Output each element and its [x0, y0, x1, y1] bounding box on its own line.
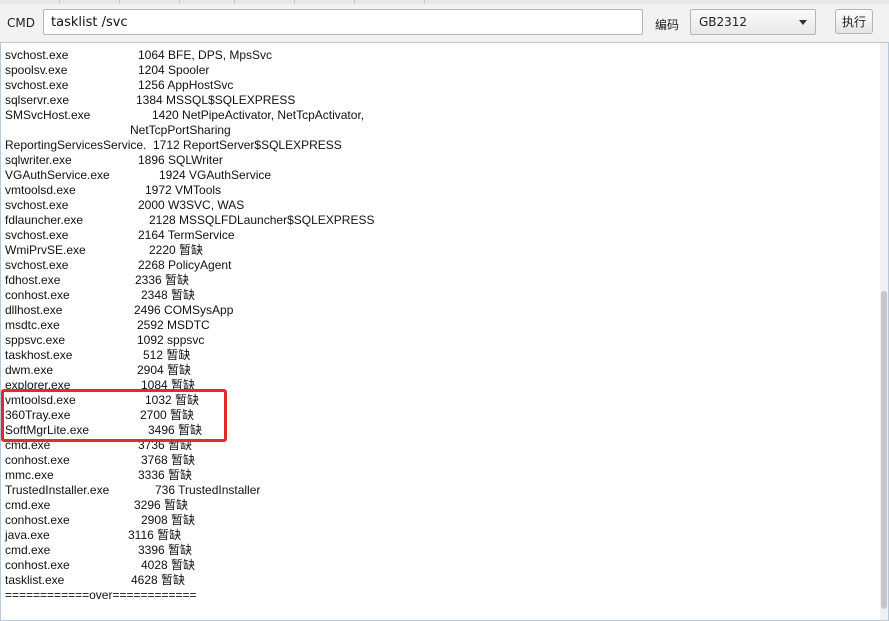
process-name: conhost.exe — [5, 288, 70, 302]
process-name: svchost.exe — [5, 78, 69, 92]
process-name: mmc.exe — [5, 468, 54, 482]
process-info: 2700 暂缺 — [140, 408, 195, 422]
process-name: SMSvcHost.exe — [5, 108, 91, 122]
process-info: 3496 暂缺 — [148, 423, 203, 437]
process-name: sqlwriter.exe — [5, 153, 72, 167]
process-info: 736 TrustedInstaller — [155, 483, 261, 497]
process-name: svchost.exe — [5, 198, 69, 212]
process-info: 1972 VMTools — [145, 183, 222, 197]
process-name: java.exe — [5, 528, 50, 542]
process-info: 1712 ReportServer$SQLEXPRESS — [153, 138, 342, 152]
encoding-label: 编码 — [655, 18, 680, 32]
process-info: 2592 MSDTC — [137, 318, 210, 332]
process-info: 2496 COMSysApp — [134, 303, 234, 317]
process-name: sqlservr.exe — [5, 93, 70, 107]
command-toolbar: CMD 编码 GB2312 执行 — [0, 4, 889, 42]
encoding-select[interactable]: GB2312 — [690, 9, 816, 35]
process-info: 1084 暂缺 — [141, 378, 196, 392]
process-info: 4628 暂缺 — [131, 573, 186, 587]
process-name: spoolsv.exe — [5, 63, 68, 77]
process-name: dllhost.exe — [5, 303, 63, 317]
process-name: fdlauncher.exe — [5, 213, 84, 227]
process-info: 2908 暂缺 — [141, 513, 196, 527]
process-name: SoftMgrLite.exe — [5, 423, 90, 437]
cmd-input[interactable] — [43, 9, 643, 35]
process-info: NetTcpPortSharing — [130, 123, 231, 137]
process-info: 2128 MSSQLFDLauncher$SQLEXPRESS — [149, 213, 375, 227]
encoding-select-value: GB2312 — [699, 15, 748, 29]
process-name: svchost.exe — [5, 228, 69, 242]
process-info: 2000 W3SVC, WAS — [138, 198, 245, 212]
process-name: VGAuthService.exe — [5, 168, 110, 182]
process-info: 2348 暂缺 — [141, 288, 196, 302]
process-name: WmiPrvSE.exe — [5, 243, 86, 257]
process-info: 3296 暂缺 — [134, 498, 189, 512]
process-name: vmtoolsd.exe — [5, 393, 76, 407]
process-name: conhost.exe — [5, 558, 70, 572]
process-name: msdtc.exe — [5, 318, 60, 332]
process-info: 3768 暂缺 — [141, 453, 196, 467]
process-info: 1092 sppsvc — [137, 333, 205, 347]
process-name: sppsvc.exe — [5, 333, 66, 347]
run-button[interactable]: 执行 — [835, 9, 873, 34]
process-info: 3396 暂缺 — [138, 543, 193, 557]
process-name: vmtoolsd.exe — [5, 183, 76, 197]
process-name: cmd.exe — [5, 498, 51, 512]
process-name: svchost.exe — [5, 258, 69, 272]
process-info: 1384 MSSQL$SQLEXPRESS — [136, 93, 296, 107]
scrollbar-thumb[interactable] — [881, 291, 887, 609]
process-name: conhost.exe — [5, 453, 70, 467]
process-name: svchost.exe — [5, 48, 69, 62]
process-info: 512 暂缺 — [143, 348, 191, 362]
process-info: 3736 暂缺 — [138, 438, 193, 452]
process-name: dwm.exe — [5, 363, 54, 377]
process-info: 4028 暂缺 — [141, 558, 196, 572]
process-info: 2268 PolicyAgent — [138, 258, 232, 272]
process-info: 2904 暂缺 — [137, 363, 192, 377]
process-name: tasklist.exe — [5, 573, 65, 587]
process-info: 3116 暂缺 — [128, 528, 182, 542]
process-info: 1064 BFE, DPS, MpsSvc — [138, 48, 273, 62]
process-name: explorer.exe — [5, 378, 71, 392]
process-name: fdhost.exe — [5, 273, 61, 287]
chevron-down-icon — [799, 20, 807, 25]
process-info: 3336 暂缺 — [138, 468, 193, 482]
process-info: 1204 Spooler — [138, 63, 210, 77]
process-name: conhost.exe — [5, 513, 70, 527]
vertical-scrollbar[interactable] — [880, 43, 888, 620]
process-info: 1032 暂缺 — [145, 393, 200, 407]
process-info: 1896 SQLWriter — [138, 153, 223, 167]
output-area[interactable]: svchost.exe 1064 BFE, DPS, MpsSvc spoolsv.… — [0, 42, 889, 621]
process-name: 360Tray.exe — [5, 408, 71, 422]
process-name: TrustedInstaller.exe — [5, 483, 110, 497]
process-info: 1256 AppHostSvc — [138, 78, 234, 92]
process-info: 1924 VGAuthService — [159, 168, 272, 182]
process-info: 2336 暂缺 — [135, 273, 190, 287]
process-name: ============over============ — [5, 588, 197, 602]
process-name: ReportingServicesService. — [5, 138, 147, 152]
cmd-label: CMD — [7, 16, 35, 30]
process-info: 1420 NetPipeActivator, NetTcpActivator, — [152, 108, 365, 122]
process-name: cmd.exe — [5, 438, 51, 452]
process-name: cmd.exe — [5, 543, 51, 557]
process-name: taskhost.exe — [5, 348, 73, 362]
process-info: 2164 TermService — [138, 228, 235, 242]
process-info: 2220 暂缺 — [149, 243, 204, 257]
